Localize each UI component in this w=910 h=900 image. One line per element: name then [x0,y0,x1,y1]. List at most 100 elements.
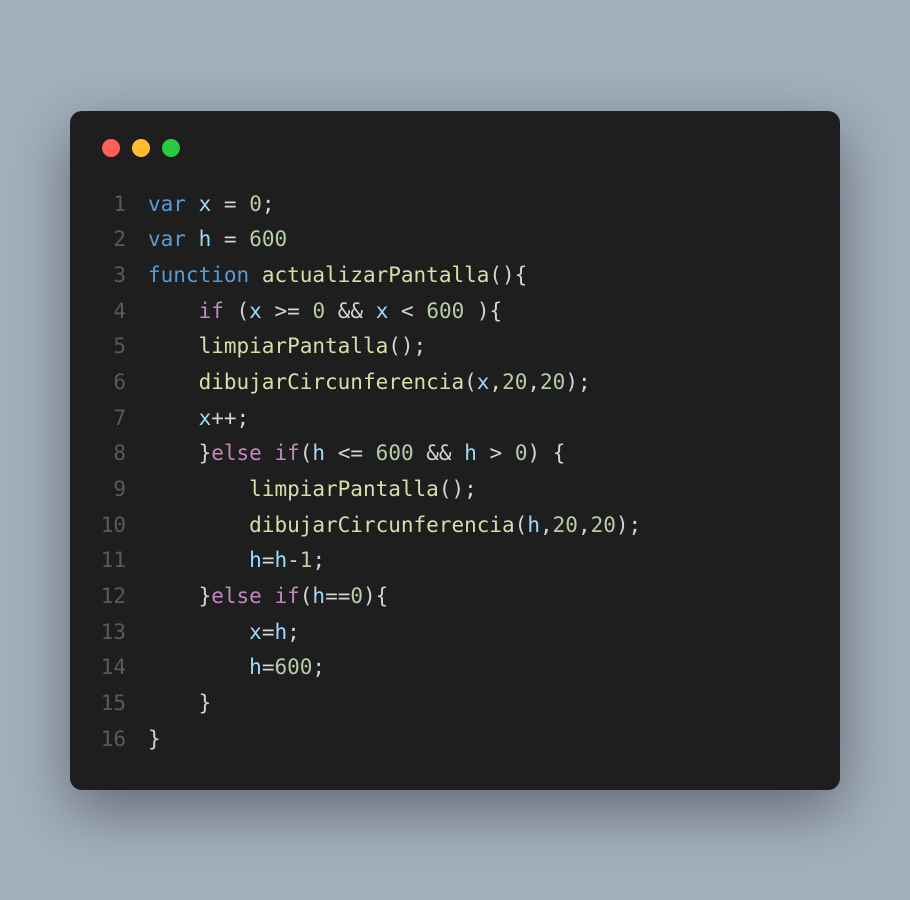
code-token [148,370,199,394]
code-line: 15 } [100,686,810,722]
code-token [237,192,250,216]
code-token: dibujarCircunferencia [249,513,515,537]
code-token: 20 [591,513,616,537]
line-number: 9 [100,472,148,508]
line-number: 2 [100,222,148,258]
minimize-icon[interactable] [132,139,150,157]
code-token: ){ [464,299,502,323]
code-token: h [274,548,287,572]
code-line-content: limpiarPantalla(); [148,329,810,365]
line-number: 14 [100,650,148,686]
code-token [452,441,465,465]
code-token [363,441,376,465]
code-token: 600 [249,227,287,251]
line-number: 7 [100,401,148,437]
code-token: (); [439,477,477,501]
code-line: 1var x = 0; [100,187,810,223]
code-token: x [249,299,262,323]
code-token: } [148,727,161,751]
code-token: 600 [376,441,414,465]
code-area[interactable]: 1var x = 0;2var h = 6003function actuali… [100,187,810,758]
code-token [186,227,199,251]
code-token: h [249,548,262,572]
code-token: - [287,548,300,572]
line-number: 3 [100,258,148,294]
code-token: = [224,192,237,216]
code-token [237,227,250,251]
code-token: x [477,370,490,394]
code-token: >= [274,299,299,323]
code-token: 0 [312,299,325,323]
close-icon[interactable] [102,139,120,157]
line-number: 1 [100,187,148,223]
line-number: 8 [100,436,148,472]
window-titlebar [100,139,810,157]
code-token: 600 [274,655,312,679]
code-line: 6 dibujarCircunferencia(x,20,20); [100,365,810,401]
code-token [414,441,427,465]
code-token: ; [262,192,275,216]
code-token: h [199,227,212,251]
code-token: ; [312,548,325,572]
code-line: 14 h=600; [100,650,810,686]
code-token [148,620,249,644]
code-line: 3function actualizarPantalla(){ [100,258,810,294]
code-token: , [540,513,553,537]
code-line-content: if (x >= 0 && x < 600 ){ [148,294,810,330]
code-token: < [401,299,414,323]
code-token [262,441,275,465]
code-token: (); [388,334,426,358]
code-line-content: h=h-1; [148,543,810,579]
code-token [186,192,199,216]
code-line-content: } [148,686,810,722]
code-token: h [249,655,262,679]
code-editor-window: 1var x = 0;2var h = 6003function actuali… [70,111,840,790]
code-token: else [211,584,262,608]
code-line-content: x=h; [148,615,810,651]
code-token: , [489,370,502,394]
code-token: ( [224,299,249,323]
code-token: = [262,620,275,644]
code-token [148,655,249,679]
code-token: ++; [211,406,249,430]
code-line-content: x++; [148,401,810,437]
code-token [325,441,338,465]
code-token: h [527,513,540,537]
code-token: > [490,441,503,465]
code-token: } [148,441,211,465]
code-token [363,299,376,323]
code-token [262,584,275,608]
code-token: ( [300,441,313,465]
code-token: 20 [502,370,527,394]
code-line: 16} [100,722,810,758]
line-number: 16 [100,722,148,758]
code-token [249,263,262,287]
line-number: 4 [100,294,148,330]
code-token: , [527,370,540,394]
code-token: ( [515,513,528,537]
code-token: var [148,192,186,216]
line-number: 13 [100,615,148,651]
code-token: == [325,584,350,608]
code-token: = [262,548,275,572]
code-token: ){ [363,584,388,608]
maximize-icon[interactable] [162,139,180,157]
code-line: 2var h = 600 [100,222,810,258]
code-token: ( [300,584,313,608]
code-token: if [199,299,224,323]
code-token: 600 [426,299,464,323]
code-line: 5 limpiarPantalla(); [100,329,810,365]
code-token: 0 [515,441,528,465]
code-token: actualizarPantalla [262,263,490,287]
code-token: h [312,441,325,465]
code-line: 9 limpiarPantalla(); [100,472,810,508]
code-token: 0 [350,584,363,608]
code-token: 1 [300,548,313,572]
code-token: else [211,441,262,465]
code-token: h [464,441,477,465]
code-line-content: limpiarPantalla(); [148,472,810,508]
line-number: 15 [100,686,148,722]
code-token [211,227,224,251]
code-token: dibujarCircunferencia [199,370,465,394]
code-token: limpiarPantalla [249,477,439,501]
